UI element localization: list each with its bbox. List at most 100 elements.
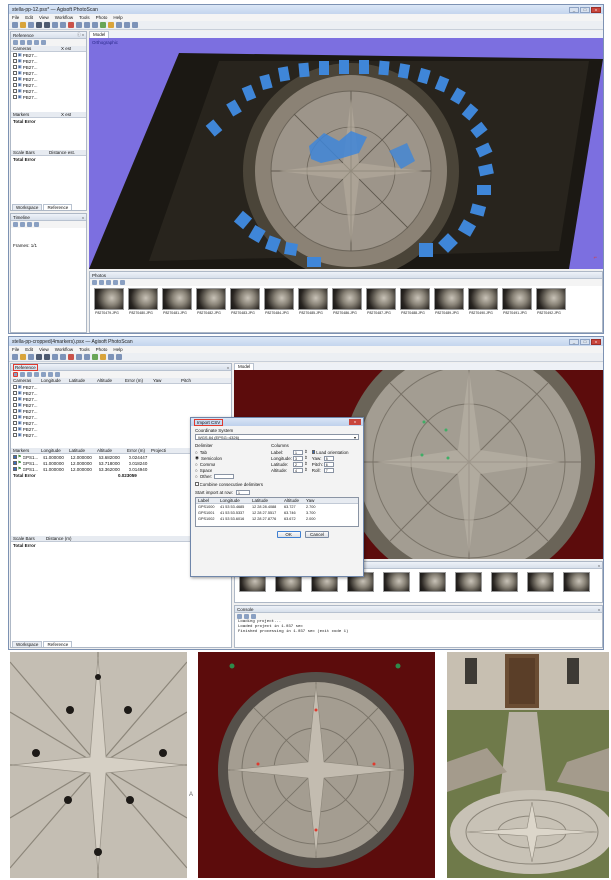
marker-checkbox[interactable]	[13, 455, 17, 459]
marker-column-header[interactable]: Latitude	[67, 448, 95, 453]
grid-icon[interactable]	[84, 22, 90, 28]
view-errors-icon-2[interactable]	[55, 372, 60, 377]
mesh-icon-2[interactable]	[92, 354, 98, 360]
column-index-input[interactable]: 1	[293, 449, 303, 455]
tab-reference[interactable]: Reference	[43, 204, 73, 210]
undo-icon[interactable]	[36, 22, 42, 28]
photo-thumbnail[interactable]	[94, 288, 124, 310]
photo-thumbnail[interactable]	[366, 288, 396, 310]
menu-photo[interactable]: Photo	[96, 15, 108, 20]
camera-column-header[interactable]: Yaw	[151, 378, 179, 383]
photo-thumbnail[interactable]	[230, 288, 260, 310]
redo-icon-2[interactable]	[44, 354, 50, 360]
photo-thumbnail[interactable]	[196, 288, 226, 310]
load-orientation-checkbox[interactable]	[311, 450, 316, 454]
coordinate-system-select[interactable]: WGS 84 (EPSG::4326) ▾	[195, 434, 359, 440]
camera-checkbox[interactable]	[13, 397, 17, 401]
console-save-icon[interactable]	[237, 614, 242, 619]
camera-icon-2[interactable]	[108, 354, 114, 360]
camera-checkbox[interactable]	[13, 89, 17, 93]
close-panel-icon-2[interactable]: x	[227, 365, 231, 370]
thumb-settings-icon[interactable]	[92, 280, 97, 285]
radio-icon[interactable]: ○	[195, 462, 198, 467]
photo-thumbnail[interactable]	[162, 288, 192, 310]
console-run-icon[interactable]	[251, 614, 256, 619]
menu-help[interactable]: Help	[113, 15, 122, 20]
photo-thumbnail[interactable]	[128, 288, 158, 310]
column-index-input[interactable]: 6	[323, 461, 334, 467]
combine-delimiters-row[interactable]: Combine consecutive delimiters	[195, 481, 359, 487]
camera-checkbox[interactable]	[13, 77, 17, 81]
open-icon-2[interactable]	[20, 354, 26, 360]
photo-thumbnail[interactable]	[298, 288, 328, 310]
close-panel-icon[interactable]: ⓘ x	[77, 32, 86, 38]
view-source-icon[interactable]	[48, 372, 53, 377]
other-delimiter-input[interactable]	[214, 473, 235, 479]
mesh-icon[interactable]	[100, 22, 106, 28]
stop-icon[interactable]	[20, 222, 25, 227]
marker-column-header[interactable]: Altitude	[95, 448, 125, 453]
menu-file-2[interactable]: File	[12, 347, 19, 352]
open-icon[interactable]	[20, 22, 26, 28]
photo-thumbnail[interactable]	[332, 288, 362, 310]
combine-checkbox[interactable]	[195, 482, 199, 486]
radio-icon[interactable]: ○	[195, 450, 198, 455]
save-icon-2[interactable]	[28, 354, 34, 360]
photo-thumbnail[interactable]	[419, 572, 446, 592]
start-import-input[interactable]: 1	[236, 489, 251, 495]
close-button[interactable]: x	[591, 6, 601, 13]
photo-thumbnail[interactable]	[491, 572, 518, 592]
menu-edit[interactable]: Edit	[25, 15, 33, 20]
rotate-icon[interactable]	[60, 22, 66, 28]
new-icon[interactable]	[12, 22, 18, 28]
column-index-input[interactable]: 5	[323, 455, 334, 461]
camera-column-header[interactable]: Pitch	[179, 378, 207, 383]
thumb-rotate-icon[interactable]	[106, 280, 111, 285]
dialog-close-button[interactable]: x	[349, 419, 361, 425]
column-index-input[interactable]: 4	[293, 467, 303, 473]
play-icon[interactable]	[13, 222, 18, 227]
texture-icon[interactable]	[108, 22, 114, 28]
save-icon[interactable]	[28, 22, 34, 28]
settings-icon[interactable]	[27, 40, 32, 45]
camera-column-header[interactable]: Latitude	[67, 378, 95, 383]
camera-column-header[interactable]: Altitude	[95, 378, 123, 383]
crop-icon[interactable]	[76, 22, 82, 28]
menu-edit-2[interactable]: Edit	[25, 347, 33, 352]
column-index-input[interactable]: 7	[323, 467, 334, 473]
marker-checkbox[interactable]	[13, 461, 17, 465]
column-index-input[interactable]: 3	[293, 455, 303, 461]
stepper-icon[interactable]: ⇕	[304, 467, 308, 473]
menu-view[interactable]: View	[39, 15, 49, 20]
import-csv-icon[interactable]	[13, 372, 18, 377]
view-icon[interactable]	[124, 22, 130, 28]
model-viewport[interactable]: Model Orthographic ⌐	[89, 31, 603, 269]
export-icon[interactable]	[20, 40, 25, 45]
camera-checkbox[interactable]	[13, 421, 17, 425]
select-icon[interactable]	[52, 22, 58, 28]
optimize-icon[interactable]	[41, 372, 46, 377]
add-frame-icon[interactable]	[27, 222, 32, 227]
camera-checkbox[interactable]	[13, 409, 17, 413]
camera-checkbox[interactable]	[13, 53, 17, 57]
marker-column-header[interactable]: Longitude	[39, 448, 67, 453]
marker-column-header[interactable]: Error (m)	[125, 448, 149, 453]
export-icon-2[interactable]	[20, 372, 25, 377]
cancel-button[interactable]: Cancel	[305, 531, 329, 538]
radio-icon[interactable]: ○	[195, 468, 198, 473]
points-icon[interactable]	[92, 22, 98, 28]
settings-icon-2[interactable]	[27, 372, 32, 377]
close-console-icon[interactable]: x	[598, 607, 602, 612]
thumb-grid-icon[interactable]	[120, 280, 125, 285]
photo-thumbnail[interactable]	[563, 572, 590, 592]
camera-checkbox[interactable]	[13, 385, 17, 389]
photo-thumbnail[interactable]	[383, 572, 410, 592]
photo-thumbnail[interactable]	[468, 288, 498, 310]
redo-icon[interactable]	[44, 22, 50, 28]
menu-view-2[interactable]: View	[39, 347, 49, 352]
grid-icon-2[interactable]	[84, 354, 90, 360]
column-index-input[interactable]: 2	[293, 461, 303, 467]
marker-checkbox[interactable]	[13, 467, 17, 471]
menu-tools[interactable]: Tools	[79, 15, 90, 20]
photo-thumbnail[interactable]	[264, 288, 294, 310]
